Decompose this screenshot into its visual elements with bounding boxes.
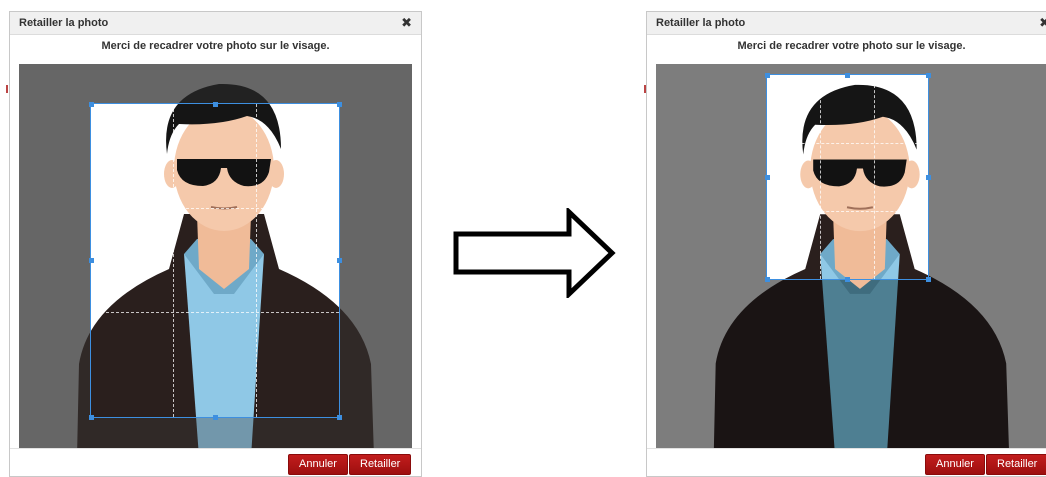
background-edge-mark	[644, 85, 646, 93]
close-icon[interactable]: ✖	[401, 15, 412, 31]
crop-handle-right[interactable]	[926, 175, 931, 180]
crop-button[interactable]: Retailler	[986, 454, 1046, 475]
crop-selection[interactable]	[90, 103, 340, 418]
close-icon[interactable]: ✖	[1039, 15, 1046, 31]
crop-handle-bottom[interactable]	[213, 415, 218, 420]
crop-preview	[784, 84, 928, 279]
background-edge-mark	[6, 85, 8, 93]
crop-instruction: Merci de recadrer votre photo sur le vis…	[737, 40, 966, 52]
crop-handle-bottom-right[interactable]	[926, 277, 931, 282]
crop-dialog-before: Retailler la photo ✖ Merci de recadrer v…	[9, 11, 422, 477]
crop-preview	[91, 104, 339, 417]
crop-handle-left[interactable]	[765, 175, 770, 180]
crop-handle-top-left[interactable]	[89, 102, 94, 107]
cancel-button[interactable]: Annuler	[288, 454, 348, 475]
crop-handle-top[interactable]	[213, 102, 218, 107]
dialog-title: Retailler la photo	[656, 17, 746, 29]
crop-handle-right[interactable]	[337, 258, 342, 263]
crop-handle-bottom-right[interactable]	[337, 415, 342, 420]
crop-dialog-after: Retailler la photo ✖ Merci de recadrer v…	[646, 11, 1046, 477]
crop-selection[interactable]	[766, 74, 929, 280]
crop-handle-left[interactable]	[89, 258, 94, 263]
crop-workspace[interactable]	[656, 64, 1046, 457]
crop-button[interactable]: Retailler	[349, 454, 412, 475]
cancel-button[interactable]: Annuler	[925, 454, 985, 475]
crop-handle-top-left[interactable]	[765, 73, 770, 78]
crop-instruction: Merci de recadrer votre photo sur le vis…	[101, 40, 330, 52]
dialog-footer: Annuler Retailler	[10, 448, 421, 476]
crop-handle-bottom-left[interactable]	[89, 415, 94, 420]
dialog-footer: Annuler Retailler	[647, 448, 1046, 476]
crop-workspace[interactable]	[19, 64, 412, 457]
crop-handle-bottom[interactable]	[845, 277, 850, 282]
crop-handle-bottom-left[interactable]	[765, 277, 770, 282]
right-arrow-icon	[452, 206, 616, 303]
crop-handle-top-right[interactable]	[926, 73, 931, 78]
dialog-title: Retailler la photo	[19, 17, 109, 29]
crop-handle-top-right[interactable]	[337, 102, 342, 107]
crop-handle-top[interactable]	[845, 73, 850, 78]
dialog-titlebar: Retailler la photo ✖	[10, 12, 421, 35]
dialog-titlebar: Retailler la photo ✖	[647, 12, 1046, 35]
